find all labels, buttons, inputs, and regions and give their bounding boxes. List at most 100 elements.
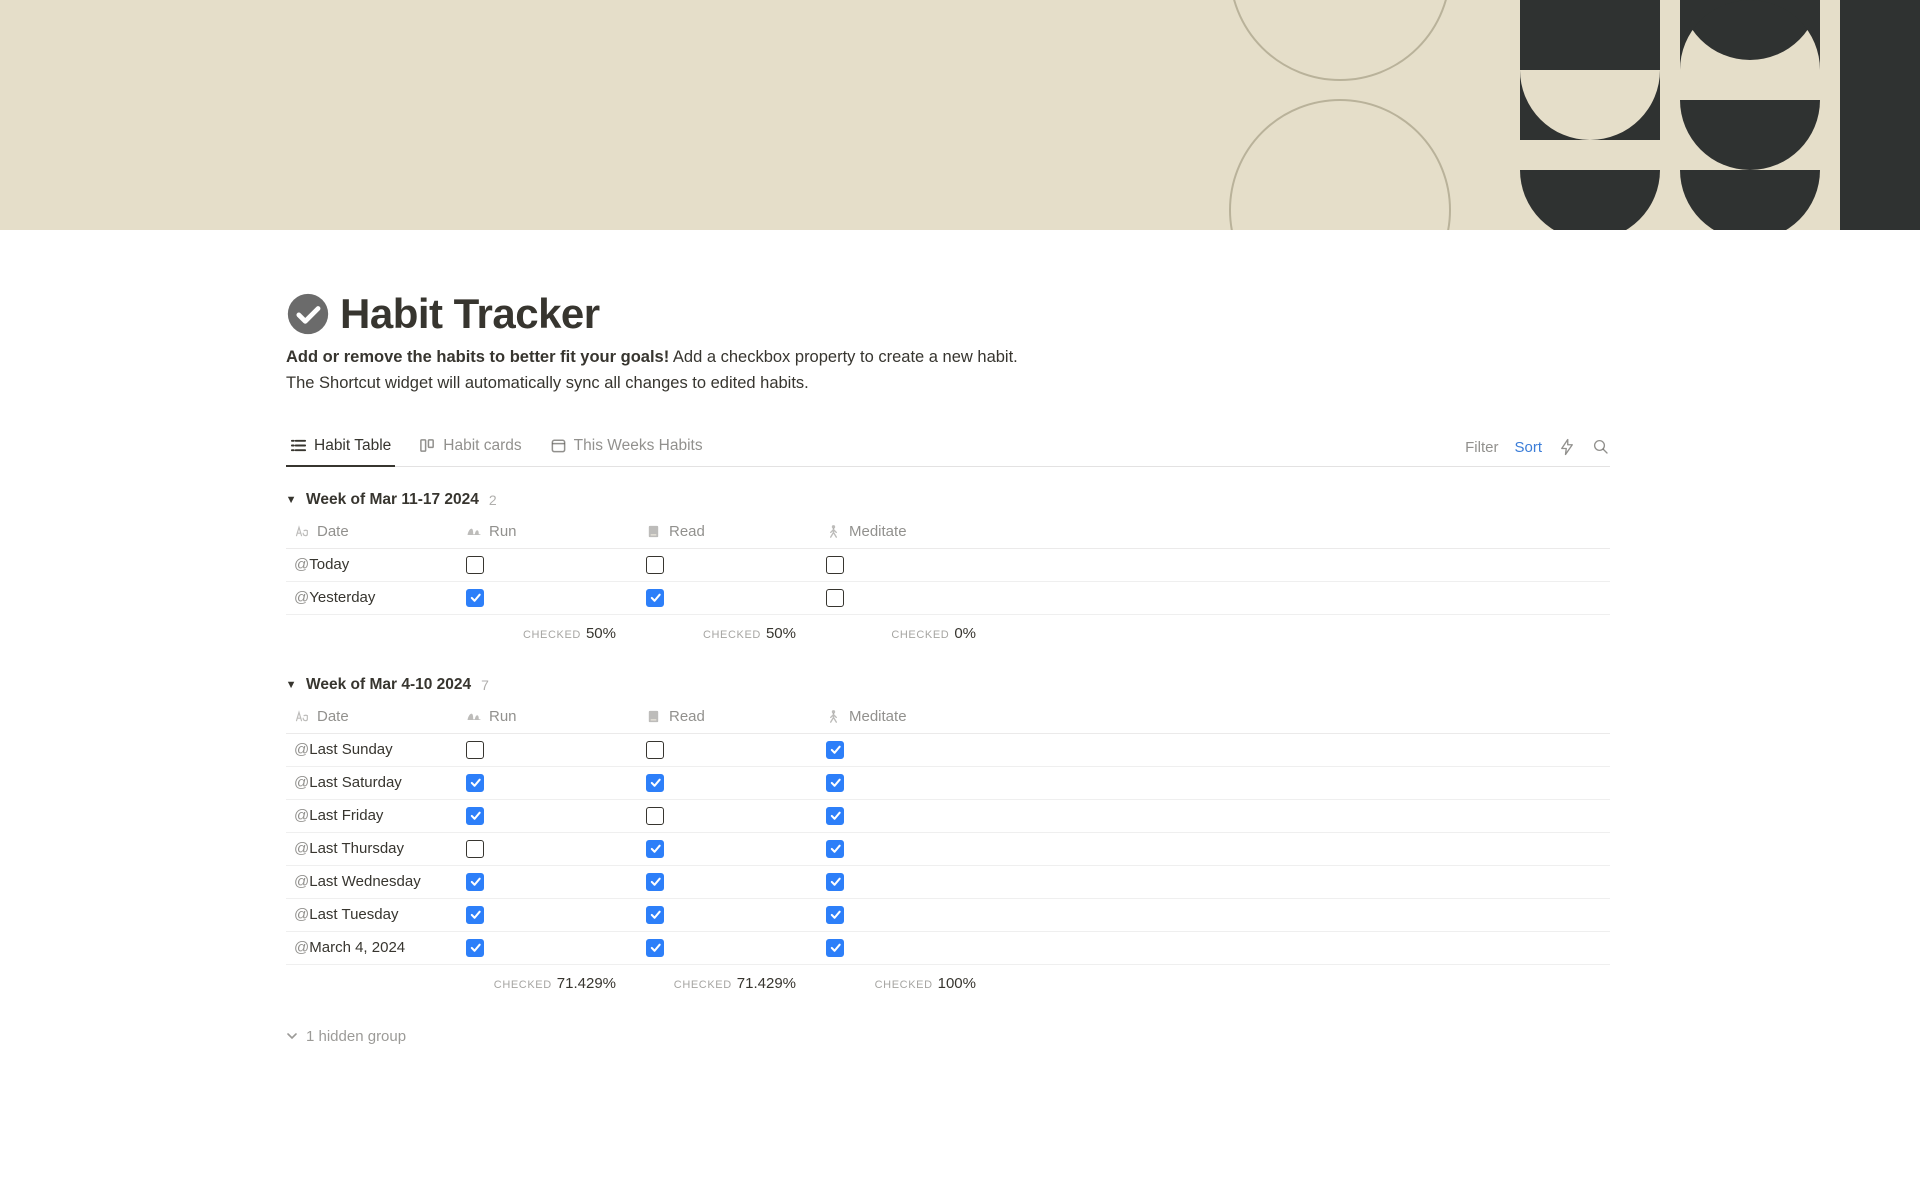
column-date[interactable]: Date	[286, 523, 466, 540]
checkbox-read[interactable]	[646, 939, 664, 957]
date-cell[interactable]: @Last Saturday	[286, 774, 466, 791]
column-read[interactable]: Read	[646, 523, 826, 540]
person-icon	[826, 708, 842, 724]
table-row[interactable]: @Last Friday	[286, 800, 1610, 833]
date-cell[interactable]: @Last Tuesday	[286, 906, 466, 923]
tab-this-weeks-habits[interactable]: This Weeks Habits	[546, 429, 707, 467]
board-icon	[419, 437, 436, 454]
checkbox-run[interactable]	[466, 873, 484, 891]
checkbox-run[interactable]	[466, 906, 484, 924]
checkbox-run[interactable]	[466, 939, 484, 957]
cover-graphic	[1020, 0, 1920, 230]
summary-read: CHECKED50%	[646, 625, 826, 642]
tab-label: Habit cards	[443, 437, 521, 455]
date-cell[interactable]: @March 4, 2024	[286, 939, 466, 956]
tab-label: This Weeks Habits	[574, 437, 703, 455]
column-run[interactable]: Run	[466, 708, 646, 725]
chevron-down-icon	[286, 1030, 298, 1042]
bolt-icon[interactable]	[1558, 438, 1576, 456]
summary-row: CHECKED71.429% CHECKED71.429% CHECKED100…	[286, 965, 1610, 1020]
column-date[interactable]: Date	[286, 708, 466, 725]
tab-label: Habit Table	[314, 437, 391, 455]
checkbox-run[interactable]	[466, 556, 484, 574]
book-icon	[646, 708, 662, 724]
list-icon	[290, 437, 307, 454]
calendar-icon	[550, 437, 567, 454]
checkbox-meditate[interactable]	[826, 873, 844, 891]
book-icon	[646, 523, 662, 539]
checkbox-read[interactable]	[646, 741, 664, 759]
date-cell[interactable]: @Last Sunday	[286, 741, 466, 758]
group-header[interactable]: ▼ Week of Mar 11-17 2024 2	[286, 485, 1610, 515]
page-title: Habit Tracker	[340, 290, 600, 338]
checkbox-read[interactable]	[646, 906, 664, 924]
tab-habit-table[interactable]: Habit Table	[286, 429, 395, 467]
triangle-down-icon: ▼	[286, 495, 296, 505]
group-title: Week of Mar 4-10 2024	[306, 676, 471, 694]
table-header-row: Date Run Read Meditate	[286, 700, 1610, 734]
date-cell[interactable]: @Today	[286, 556, 466, 573]
table-row[interactable]: @Last Saturday	[286, 767, 1610, 800]
checkbox-read[interactable]	[646, 556, 664, 574]
checkbox-meditate[interactable]	[826, 741, 844, 759]
date-cell[interactable]: @Last Thursday	[286, 840, 466, 857]
triangle-down-icon: ▼	[286, 680, 296, 690]
hidden-group-toggle[interactable]: 1 hidden group	[286, 1020, 1610, 1053]
group-count: 7	[481, 677, 489, 693]
table-row[interactable]: @Yesterday	[286, 582, 1610, 615]
checkbox-read[interactable]	[646, 873, 664, 891]
table-row[interactable]: @Last Wednesday	[286, 866, 1610, 899]
summary-run: CHECKED50%	[466, 625, 646, 642]
checkbox-meditate[interactable]	[826, 589, 844, 607]
summary-row: CHECKED50% CHECKED50% CHECKED0%	[286, 615, 1610, 670]
summary-run: CHECKED71.429%	[466, 975, 646, 992]
checkbox-run[interactable]	[466, 774, 484, 792]
checkbox-read[interactable]	[646, 840, 664, 858]
text-icon	[294, 708, 310, 724]
table-row[interactable]: @Today	[286, 549, 1610, 582]
checkmark-circle-icon	[286, 292, 330, 336]
checkbox-meditate[interactable]	[826, 556, 844, 574]
person-icon	[826, 523, 842, 539]
checkbox-read[interactable]	[646, 807, 664, 825]
table-header-row: Date Run Read Meditate	[286, 515, 1610, 549]
checkbox-meditate[interactable]	[826, 807, 844, 825]
checkbox-meditate[interactable]	[826, 840, 844, 858]
shoe-icon	[466, 523, 482, 539]
checkbox-run[interactable]	[466, 741, 484, 759]
table-row[interactable]: @March 4, 2024	[286, 932, 1610, 965]
summary-read: CHECKED71.429%	[646, 975, 826, 992]
checkbox-run[interactable]	[466, 589, 484, 607]
filter-action[interactable]: Filter	[1465, 439, 1498, 456]
page-description: Add or remove the habits to better fit y…	[286, 344, 1610, 397]
checkbox-run[interactable]	[466, 840, 484, 858]
column-run[interactable]: Run	[466, 523, 646, 540]
group-header[interactable]: ▼ Week of Mar 4-10 2024 7	[286, 670, 1610, 700]
table-row[interactable]: @Last Thursday	[286, 833, 1610, 866]
tab-habit-cards[interactable]: Habit cards	[415, 429, 525, 467]
date-cell[interactable]: @Last Friday	[286, 807, 466, 824]
summary-meditate: CHECKED100%	[826, 975, 1006, 992]
search-icon[interactable]	[1592, 438, 1610, 456]
checkbox-read[interactable]	[646, 589, 664, 607]
checkbox-run[interactable]	[466, 807, 484, 825]
checkbox-meditate[interactable]	[826, 774, 844, 792]
shoe-icon	[466, 708, 482, 724]
group-title: Week of Mar 11-17 2024	[306, 491, 479, 509]
page-cover	[0, 0, 1920, 230]
text-icon	[294, 523, 310, 539]
checkbox-meditate[interactable]	[826, 906, 844, 924]
column-read[interactable]: Read	[646, 708, 826, 725]
date-cell[interactable]: @Last Wednesday	[286, 873, 466, 890]
date-cell[interactable]: @Yesterday	[286, 589, 466, 606]
column-meditate[interactable]: Meditate	[826, 708, 1006, 725]
checkbox-meditate[interactable]	[826, 939, 844, 957]
summary-meditate: CHECKED0%	[826, 625, 1006, 642]
table-row[interactable]: @Last Tuesday	[286, 899, 1610, 932]
group-count: 2	[489, 492, 497, 508]
sort-action[interactable]: Sort	[1514, 439, 1542, 456]
hidden-group-label: 1 hidden group	[306, 1028, 406, 1045]
table-row[interactable]: @Last Sunday	[286, 734, 1610, 767]
checkbox-read[interactable]	[646, 774, 664, 792]
column-meditate[interactable]: Meditate	[826, 523, 1006, 540]
